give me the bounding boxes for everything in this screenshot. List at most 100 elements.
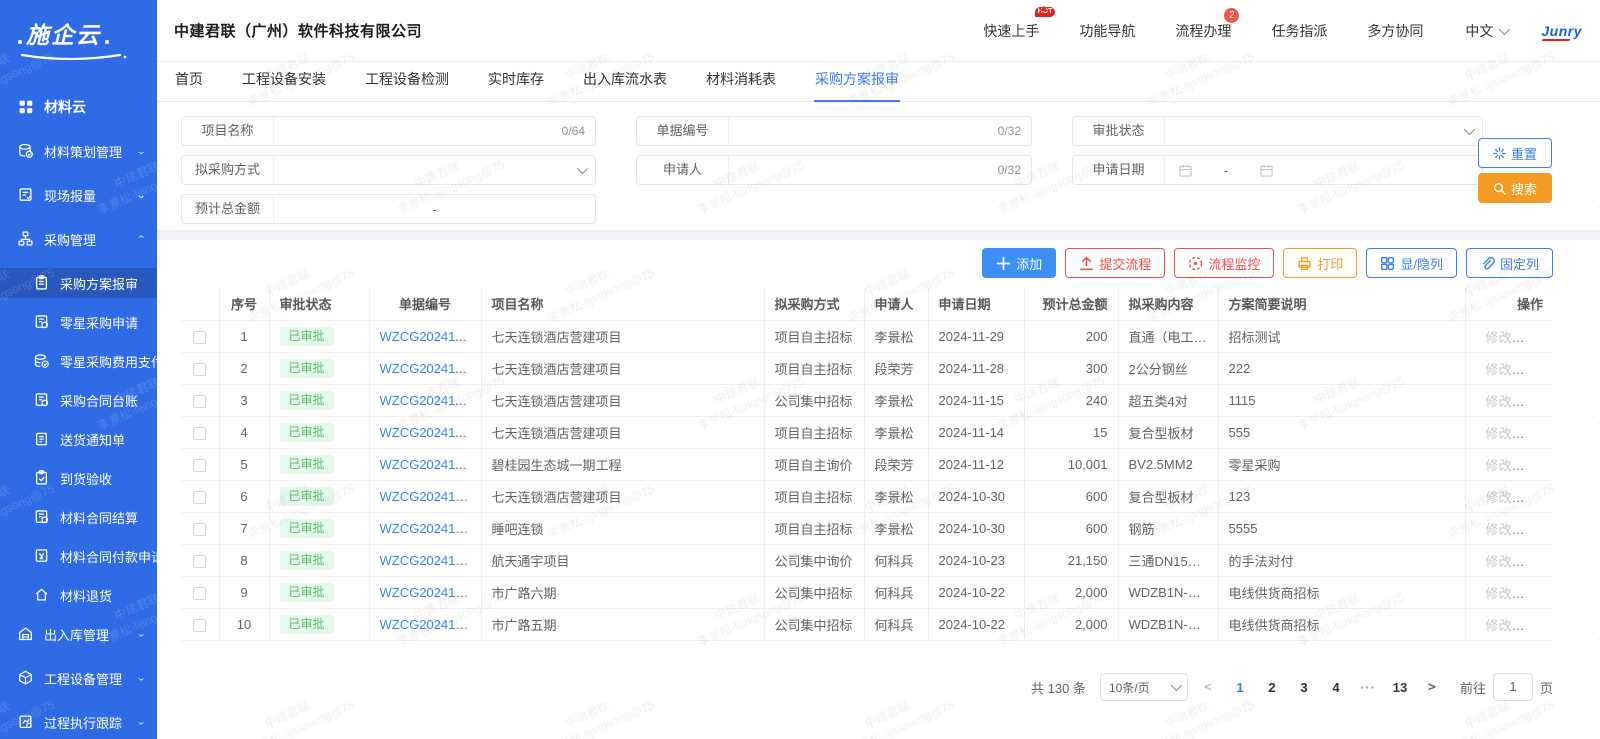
column-header-方案简要说明[interactable]: 方案简要说明 [1218,288,1465,320]
row-checkbox[interactable] [193,555,206,568]
language-switcher[interactable]: 中文 [1465,21,1507,41]
sidebar-item-送货通知单[interactable]: 送货通知单 [0,424,157,454]
edit-link[interactable]: 修改 [1486,426,1512,441]
row-checkbox[interactable] [193,491,206,504]
doc-no-link[interactable]: WZCG2024101013 [380,521,482,536]
doc-no-link[interactable]: WZCG2024101004 [380,617,482,632]
column-header-单据编号[interactable]: 单据编号 [369,288,481,320]
sidebar-item-材料合同结算[interactable]: 材料合同结算 [0,502,157,532]
column-header-拟采购内容[interactable]: 拟采购内容 [1118,288,1218,320]
reset-button[interactable]: 重置 [1478,138,1552,168]
sidebar-group-采购管理[interactable]: 采购管理⌃ [0,224,157,254]
delete-link[interactable]: 删除 [1522,458,1548,473]
delete-link[interactable]: 删除 [1522,554,1548,569]
page-number-3[interactable]: 3 [1292,680,1316,695]
doc-no-link[interactable]: WZCG2024111022 [380,425,482,440]
approval-status-select[interactable] [1165,117,1464,145]
toolbar-button-固定列[interactable]: 固定列 [1466,248,1553,278]
delete-link[interactable]: 删除 [1522,330,1548,345]
search-button[interactable]: 搜索 [1478,173,1552,203]
row-checkbox[interactable] [193,331,206,344]
sidebar-item-零星采购申请[interactable]: 零星采购申请 [0,307,157,337]
doc-no-link[interactable]: WZCG2024111021 [380,457,482,472]
tab-工程设备安装[interactable]: 工程设备安装 [241,69,327,101]
tab-工程设备检测[interactable]: 工程设备检测 [364,69,450,101]
sidebar-item-材料退货[interactable]: 材料退货 [0,580,157,610]
column-header-序号[interactable]: 序号 [219,288,269,320]
doc-no-link[interactable]: WZCG2024101006 [380,553,482,568]
delete-link[interactable]: 删除 [1522,490,1548,505]
app-logo[interactable]: 施企云 [0,0,157,68]
prev-page-button[interactable]: < [1196,680,1220,695]
delete-link[interactable]: 删除 [1522,522,1548,537]
purchase-method-select[interactable] [274,156,577,184]
sidebar-item-材料合同付款申请[interactable]: 材料合同付款申请 [0,541,157,571]
calendar-icon[interactable] [1260,164,1273,177]
toolbar-button-添加[interactable]: 添加 [982,248,1056,278]
top-nav-快速上手[interactable]: 快速上手HOT [983,21,1039,41]
toolbar-button-流程监控[interactable]: 流程监控 [1174,248,1274,278]
total-amount-range-input[interactable]: - [274,195,595,223]
toolbar-button-打印[interactable]: 打印 [1283,248,1357,278]
top-nav-功能导航[interactable]: 功能导航 [1079,21,1135,41]
tab-采购方案报审[interactable]: 采购方案报审 [814,69,900,101]
doc-no-link[interactable]: WZCG2024101005 [380,585,482,600]
column-header-操作[interactable]: 操作 [1465,288,1553,320]
delete-link[interactable]: 删除 [1522,618,1548,633]
row-checkbox[interactable] [193,427,206,440]
row-checkbox[interactable] [193,459,206,472]
edit-link[interactable]: 修改 [1486,554,1512,569]
column-header-预计总金额[interactable]: 预计总金额 [1024,288,1118,320]
edit-link[interactable]: 修改 [1486,618,1512,633]
sidebar-group-工程设备管理[interactable]: 工程设备管理⌄ [0,663,157,693]
sidebar-item-采购方案报审[interactable]: 采购方案报审 [0,268,157,298]
delete-link[interactable]: 删除 [1522,586,1548,601]
row-checkbox[interactable] [193,587,206,600]
column-header-拟采购方式[interactable]: 拟采购方式 [764,288,864,320]
toolbar-button-显/隐列[interactable]: 显/隐列 [1366,248,1457,278]
sidebar-item-material-cloud[interactable]: 材料云 [0,92,157,122]
sidebar-item-采购合同台账[interactable]: 采购合同台账 [0,385,157,415]
sidebar-group-过程执行跟踪[interactable]: 过程执行跟踪⌄ [0,707,157,737]
page-number-13[interactable]: 13 [1388,680,1412,695]
calendar-icon[interactable] [1179,164,1192,177]
tab-材料消耗表[interactable]: 材料消耗表 [705,69,777,101]
edit-link[interactable]: 修改 [1486,362,1512,377]
edit-link[interactable]: 修改 [1486,330,1512,345]
doc-no-link[interactable]: WZCG2024111031 [380,329,482,344]
column-header-审批状态[interactable]: 审批状态 [269,288,369,320]
top-nav-多方协同[interactable]: 多方协同 [1367,21,1423,41]
column-header-申请人[interactable]: 申请人 [864,288,928,320]
goto-page-input[interactable]: 1 [1493,673,1533,701]
toolbar-button-提交流程[interactable]: 提交流程 [1065,248,1165,278]
doc-no-link[interactable]: WZCG2024111030 [380,361,482,376]
doc-no-link[interactable]: WZCG2024101014 [380,489,482,504]
tab-首页[interactable]: 首页 [174,69,204,101]
edit-link[interactable]: 修改 [1486,522,1512,537]
delete-link[interactable]: 删除 [1522,394,1548,409]
edit-link[interactable]: 修改 [1486,458,1512,473]
column-header-申请日期[interactable]: 申请日期 [928,288,1024,320]
sidebar-item-到货验收[interactable]: 到货验收 [0,463,157,493]
top-nav-流程办理[interactable]: 流程办理2 [1175,21,1231,41]
row-checkbox[interactable] [193,363,206,376]
edit-link[interactable]: 修改 [1486,586,1512,601]
page-number-4[interactable]: 4 [1324,680,1348,695]
row-checkbox[interactable] [193,395,206,408]
project-name-input[interactable] [274,117,562,145]
tab-实时库存[interactable]: 实时库存 [487,69,545,101]
page-size-select[interactable]: 10条/页 [1100,673,1188,701]
top-nav-任务指派[interactable]: 任务指派 [1271,21,1327,41]
row-checkbox[interactable] [193,523,206,536]
edit-link[interactable]: 修改 [1486,394,1512,409]
page-number-2[interactable]: 2 [1260,680,1284,695]
applicant-input[interactable] [729,156,998,184]
sidebar-item-零星采购费用支付[interactable]: 零星采购费用支付 [0,346,157,376]
edit-link[interactable]: 修改 [1486,490,1512,505]
sidebar-group-材料策划管理[interactable]: 材料策划管理⌄ [0,136,157,166]
doc-no-link[interactable]: WZCG2024111023 [380,393,482,408]
sidebar-group-现场报量[interactable]: 现场报量⌄ [0,180,157,210]
page-number-1[interactable]: 1 [1228,680,1252,695]
sidebar-group-出入库管理[interactable]: 出入库管理⌄ [0,619,157,649]
doc-no-input[interactable] [729,117,998,145]
